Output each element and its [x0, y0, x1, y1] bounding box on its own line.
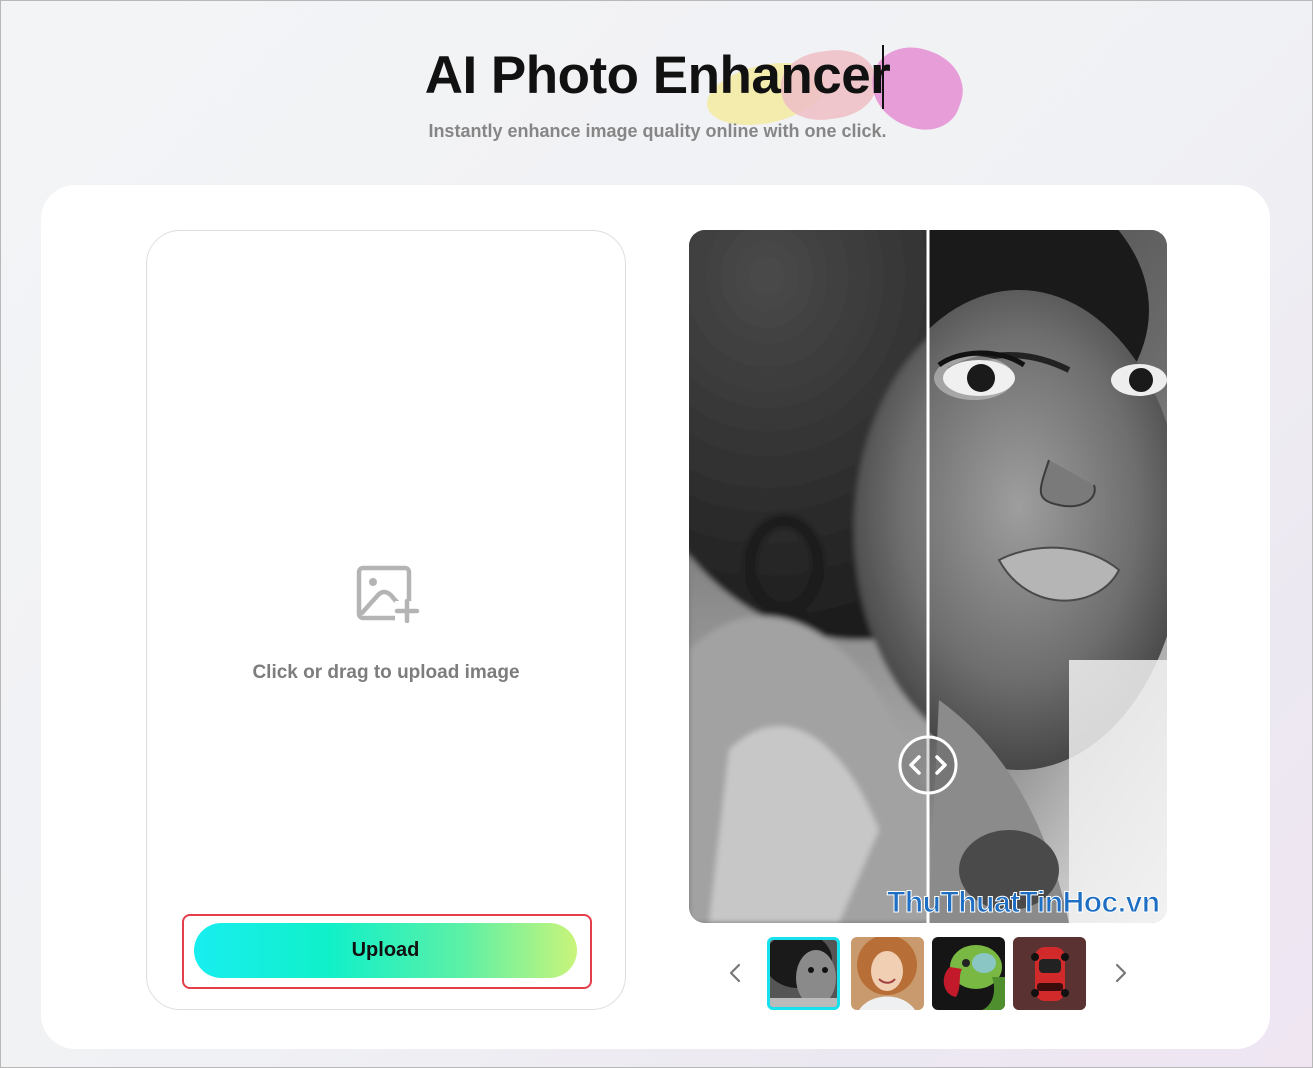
text-caret: [882, 45, 884, 109]
hero-header: AI Photo Enhancer Instantly enhance imag…: [1, 1, 1313, 181]
image-add-icon: [356, 565, 420, 624]
thumbnail-portrait-smiling[interactable]: [851, 937, 924, 1010]
chevron-right-icon[interactable]: [1107, 959, 1135, 987]
thumbnail-parrot[interactable]: [932, 937, 1005, 1010]
watermark-text: ThuThuatTinHoc.vn: [887, 886, 1161, 920]
page-subtitle: Instantly enhance image quality online w…: [428, 121, 887, 141]
thumbnail-red-car[interactable]: [1013, 937, 1086, 1010]
chevron-left-icon[interactable]: [721, 959, 749, 987]
thumbnail-portrait-bw[interactable]: [767, 937, 840, 1010]
page-title: AI Photo Enhancer: [424, 46, 891, 105]
before-after-preview[interactable]: [689, 230, 1167, 923]
upload-hint-text: Click or drag to upload image: [252, 662, 520, 683]
upload-button[interactable]: Upload: [194, 923, 577, 978]
